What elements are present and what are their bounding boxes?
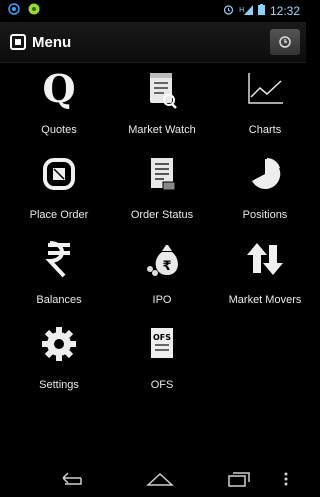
page-title: Menu <box>32 33 72 51</box>
back-icon <box>62 472 82 485</box>
up-down-arrows-icon <box>245 238 285 280</box>
charts-icon <box>245 68 285 110</box>
menu-item-place-order[interactable]: Place Order <box>9 147 109 232</box>
market-watch-icon <box>145 68 179 110</box>
menu-label: OFS <box>150 379 174 391</box>
menu-label: Balances <box>36 294 82 306</box>
clock-refresh-icon <box>279 36 291 48</box>
menu-item-quotes[interactable]: Q Quotes <box>9 62 109 147</box>
ofs-icon: OFS <box>147 323 177 365</box>
status-bar: H 12:32 <box>0 0 306 22</box>
battery-icon <box>257 4 265 18</box>
menu-item-positions[interactable]: Positions <box>215 147 315 232</box>
menu-item-market-watch[interactable]: Market Watch <box>112 62 212 147</box>
status-time: 12:32 <box>269 4 300 18</box>
recent-apps-icon <box>228 472 250 487</box>
notification-icon <box>8 2 20 20</box>
menu-label: Settings <box>39 379 79 391</box>
menu-item-ipo[interactable]: ₹ IPO <box>112 232 212 317</box>
money-bag-icon: ₹ <box>142 238 182 280</box>
svg-text:H: H <box>239 6 244 14</box>
recent-apps-button[interactable] <box>214 471 264 487</box>
app-logo-icon <box>10 34 26 50</box>
back-button[interactable] <box>35 472 105 486</box>
rupee-icon <box>44 238 74 280</box>
menu-item-balances[interactable]: Balances <box>9 232 109 317</box>
quotes-icon: Q <box>41 68 77 110</box>
menu-item-settings[interactable]: Settings <box>9 317 109 402</box>
menu-item-market-movers[interactable]: Market Movers <box>215 232 315 317</box>
menu-label: Market Movers <box>228 294 302 306</box>
menu-label: Charts <box>248 124 282 136</box>
signal-icon: H <box>239 4 253 18</box>
action-bar: Menu <box>0 22 306 63</box>
svg-text:₹: ₹ <box>162 259 171 274</box>
home-button[interactable] <box>120 472 200 486</box>
menu-item-order-status[interactable]: Order Status <box>112 147 212 232</box>
more-vertical-icon <box>284 472 288 486</box>
menu-item-charts[interactable]: Charts <box>215 62 315 147</box>
menu-item-ofs[interactable]: OFS OFS <box>112 317 212 402</box>
place-order-icon <box>39 153 79 195</box>
alarm-icon <box>223 4 234 18</box>
gear-icon <box>39 323 79 365</box>
overflow-menu-button[interactable] <box>276 472 296 486</box>
menu-grid: Q Quotes Market Watch Charts Place Order… <box>0 62 306 402</box>
home-icon <box>146 472 174 486</box>
menu-label: Order Status <box>130 209 194 221</box>
menu-label: IPO <box>152 294 172 306</box>
refresh-button[interactable] <box>270 29 300 55</box>
menu-label: Place Order <box>29 209 89 221</box>
app-notification-icon <box>28 2 40 20</box>
menu-label: Market Watch <box>128 124 196 136</box>
ofs-icon-text: OFS <box>153 333 171 342</box>
order-status-icon <box>145 153 179 195</box>
menu-label: Positions <box>242 209 288 221</box>
navigation-bar <box>0 461 306 497</box>
svg-text:Q: Q <box>42 68 75 110</box>
menu-label: Quotes <box>41 124 77 136</box>
positions-icon <box>245 153 285 195</box>
